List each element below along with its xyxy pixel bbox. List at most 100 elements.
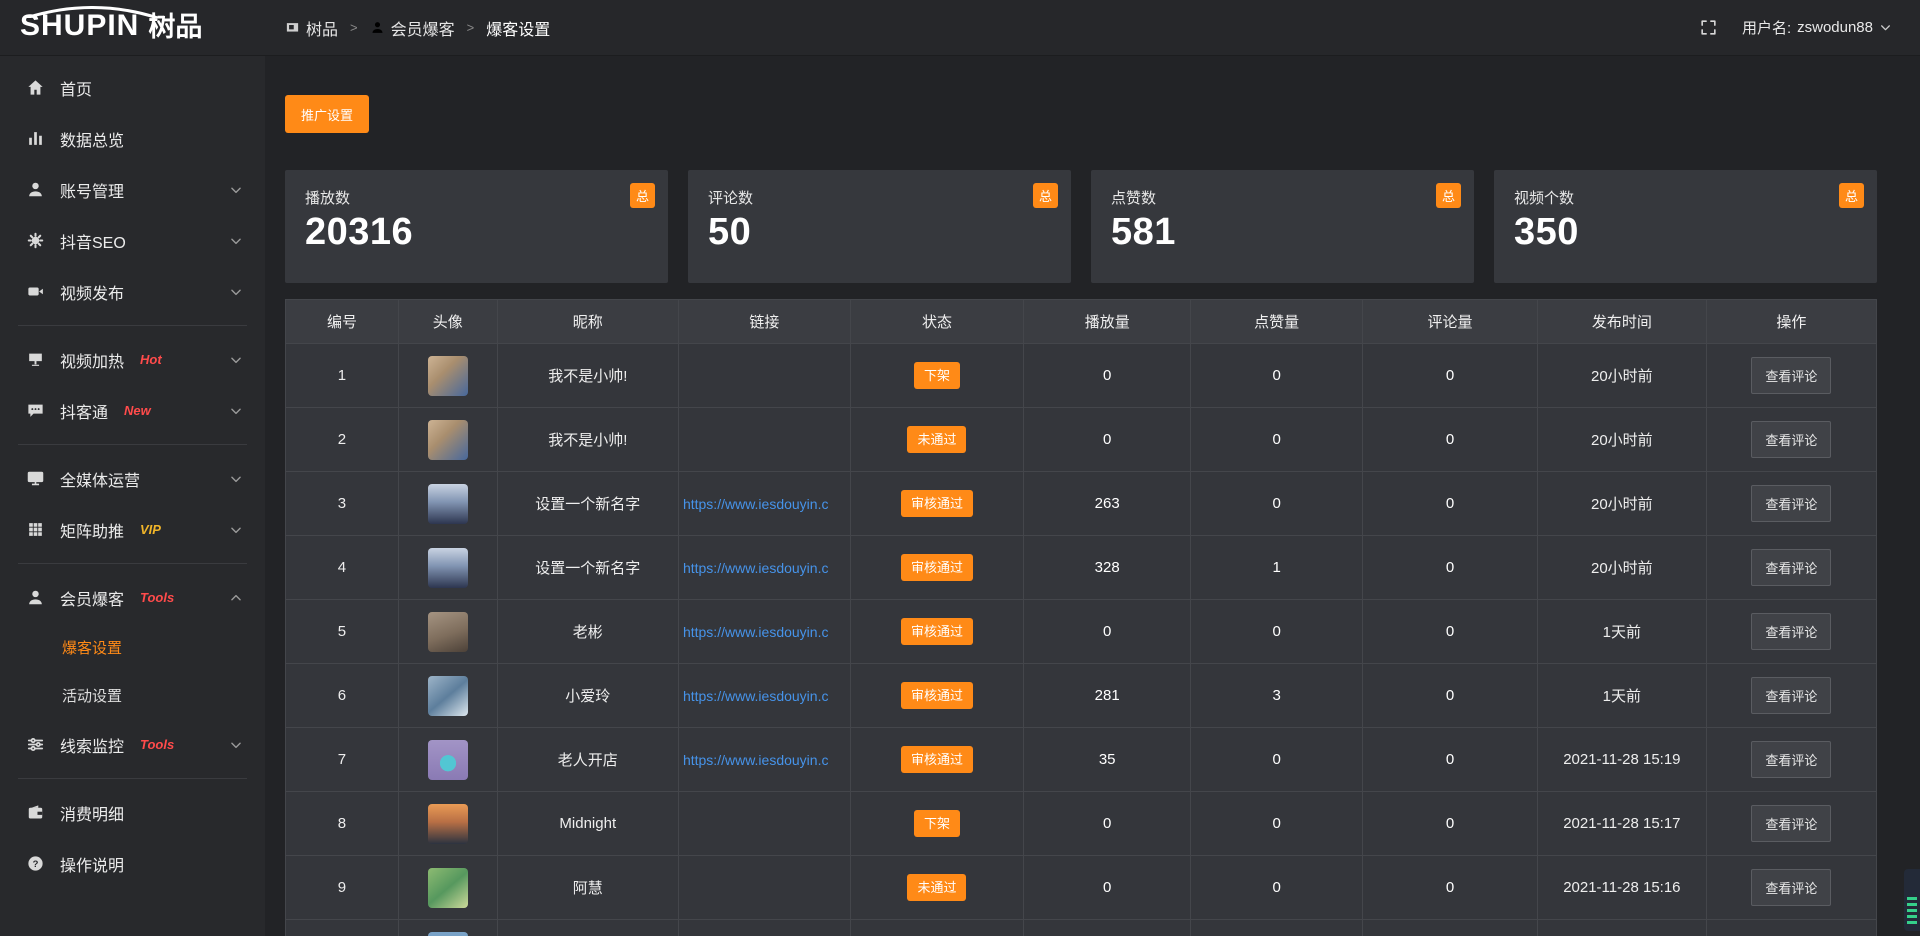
app-logo[interactable]: SHUPIN 树品 [0,7,265,49]
stats-cards: 播放数 20316 总 评论数 50 总 点赞数 581 总 视频个数 350 … [285,170,1877,283]
view-comments-button[interactable]: 查看评论 [1751,741,1831,778]
view-comments-button[interactable]: 查看评论 [1751,485,1831,522]
user-menu[interactable]: 用户名: zswodun88 [1742,17,1892,38]
cell-nickname: 小爱玲 [497,664,678,728]
breadcrumb-item[interactable]: 会员爆客 [370,16,455,40]
sidebar-item-会员爆客[interactable]: 会员爆客 Tools [0,572,265,623]
cell-avatar [398,600,497,664]
cell-plays: 0 [1024,600,1191,664]
chat-icon [26,401,45,420]
cell-plays: 328 [1024,536,1191,600]
status-badge: 审核通过 [901,682,973,709]
sidebar-item-抖客通[interactable]: 抖客通 New [0,385,265,436]
sidebar-item-首页[interactable]: 首页 [0,62,265,113]
view-comments-button[interactable]: 查看评论 [1751,805,1831,842]
cell-avatar [398,344,497,408]
breadcrumb-separator: > [467,20,475,35]
breadcrumb-label: 会员爆客 [391,16,455,40]
avatar [428,868,468,908]
widget-stripes-icon [1907,897,1917,924]
chevron-down-icon [1879,21,1892,34]
cell-status [850,920,1023,936]
cell-time: 2021-11-28 15:19 [1538,728,1707,792]
cell-comments: 0 [1363,600,1538,664]
column-header-昵称: 昵称 [497,300,678,344]
wallet-icon [26,803,45,822]
username-value: zswodun88 [1797,19,1873,36]
fullscreen-icon[interactable] [1699,18,1718,37]
cell-nickname: 设置一个新名字 [497,536,678,600]
cell-avatar [398,536,497,600]
cell-time: 2021-11-28 15:16 [1538,856,1707,920]
column-header-状态: 状态 [850,300,1023,344]
table-row: 5 老彬 https://www.iesdouyin.c 审核通过 0 0 0 … [286,600,1877,664]
view-comments-button[interactable]: 查看评论 [1751,613,1831,650]
floating-contact-widget[interactable] [1904,869,1920,931]
view-comments-button[interactable]: 查看评论 [1751,677,1831,714]
sidebar-item-账号管理[interactable]: 账号管理 [0,164,265,215]
status-badge: 审核通过 [901,746,973,773]
cell-avatar [398,408,497,472]
chevron-down-icon [229,353,243,367]
videos-table-wrap: 编号头像昵称链接状态播放量点赞量评论量发布时间操作 1 我不是小帅! 下架 0 … [285,299,1877,936]
sidebar-item-label: 数据总览 [60,127,124,151]
promo-settings-button[interactable]: 推广设置 [285,95,369,133]
cell-avatar [398,792,497,856]
cell-avatar [398,920,497,936]
sidebar-item-label: 矩阵助推 [60,518,124,542]
sidebar-item-数据总览[interactable]: 数据总览 [0,113,265,164]
sidebar-item-label: 会员爆客 [60,586,124,610]
cell-plays: 0 [1024,344,1191,408]
cell-link [678,408,850,472]
cell-action: 查看评论 [1706,856,1876,920]
sidebar-item-label: 视频加热 [60,348,124,372]
video-link[interactable]: https://www.iesdouyin.c [683,752,846,768]
view-comments-button[interactable]: 查看评论 [1751,869,1831,906]
video-link[interactable]: https://www.iesdouyin.c [683,496,846,512]
sidebar-subitem-活动设置[interactable]: 活动设置 [0,671,265,719]
video-link[interactable]: https://www.iesdouyin.c [683,624,846,640]
gear-icon [26,231,45,250]
sidebar-item-label: 消费明细 [60,801,124,825]
sidebar-item-视频发布[interactable]: 视频发布 [0,266,265,317]
view-comments-button[interactable]: 查看评论 [1751,421,1831,458]
cell-nickname: Midnight [497,792,678,856]
cell-link: https://www.iesdouyin.c [678,664,850,728]
cell-time: 20小时前 [1538,408,1707,472]
cell-comments: 0 [1363,408,1538,472]
sidebar-item-矩阵助推[interactable]: 矩阵助推 VIP [0,504,265,555]
cell-comments: 0 [1363,856,1538,920]
sidebar-item-抖音SEO[interactable]: 抖音SEO [0,215,265,266]
sidebar-divider [18,778,247,779]
cell-link [678,344,850,408]
svg-text:?: ? [33,859,39,870]
view-comments-button[interactable]: 查看评论 [1751,357,1831,394]
chevron-down-icon [229,234,243,248]
view-comments-button[interactable]: 查看评论 [1751,549,1831,586]
sidebar-subitem-爆客设置[interactable]: 爆客设置 [0,623,265,671]
cell-likes: 1 [1191,536,1363,600]
total-badge: 总 [630,183,655,208]
cell-likes: 0 [1191,344,1363,408]
cell-plays [1024,920,1191,936]
video-link[interactable]: https://www.iesdouyin.c [683,688,846,704]
bar-chart-icon [26,129,45,148]
cell-plays: 0 [1024,408,1191,472]
status-badge: 下架 [914,362,960,389]
sidebar-item-消费明细[interactable]: 消费明细 [0,787,265,838]
stat-card-播放数: 播放数 20316 总 [285,170,668,283]
sidebar-item-视频加热[interactable]: 视频加热 Hot [0,334,265,385]
cell-action: 查看评论 [1706,344,1876,408]
cell-likes: 0 [1191,600,1363,664]
cell-status: 审核通过 [850,536,1023,600]
cell-likes: 0 [1191,856,1363,920]
video-link[interactable]: https://www.iesdouyin.c [683,560,846,576]
breadcrumb-item[interactable]: 树品 [285,16,338,40]
sidebar-menu: 首页 数据总览 账号管理 抖音SEO 视频发布 视频加热 Hot [0,62,265,889]
sidebar-item-线索监控[interactable]: 线索监控 Tools [0,719,265,770]
sidebar-item-操作说明[interactable]: ? 操作说明 [0,838,265,889]
sidebar-item-全媒体运营[interactable]: 全媒体运营 [0,453,265,504]
sidebar-item-label: 账号管理 [60,178,124,202]
logo-suffix: 树品 [148,14,202,41]
status-badge: 审核通过 [901,618,973,645]
